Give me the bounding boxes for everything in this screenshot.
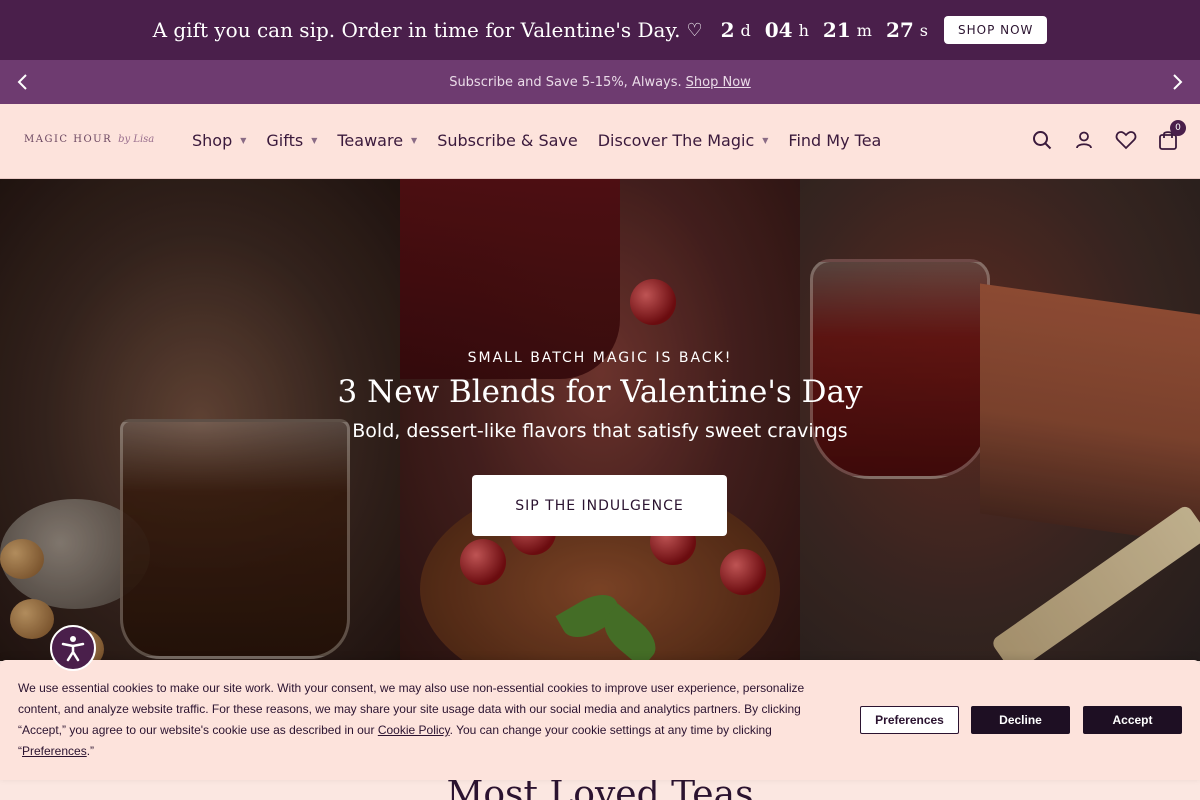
announcement-bar: Subscribe and Save 5-15%, Always. Shop N… [0, 60, 1200, 104]
countdown-days: 2 [720, 18, 735, 42]
announcement-text: Subscribe and Save 5-15%, Always. [449, 74, 682, 90]
logo[interactable]: MAGIC HOUR by Lisa [24, 134, 154, 145]
hero-title: 3 New Blends for Valentine's Day [337, 374, 863, 410]
site-header: MAGIC HOUR by Lisa Shop ▼ Gifts ▼ Teawar… [0, 104, 1200, 179]
header-icons: 0 [1012, 120, 1186, 152]
countdown-hours-unit: h [798, 20, 809, 40]
preferences-button[interactable]: Preferences [860, 706, 959, 734]
wishlist-heart-icon[interactable] [1114, 128, 1138, 152]
main-nav: Shop ▼ Gifts ▼ Teaware ▼ Subscribe & Sav… [192, 128, 901, 152]
countdown-days-unit: d [740, 20, 751, 40]
announcement-link[interactable]: Shop Now [686, 75, 751, 90]
caret-down-icon: ▼ [411, 135, 418, 145]
cookie-policy-link[interactable]: Cookie Policy [378, 723, 450, 737]
nav-label: Gifts [266, 130, 304, 150]
cookie-text-part: .” [86, 744, 95, 758]
nav-item-discover[interactable]: Discover The Magic ▼ [598, 128, 769, 152]
countdown-seconds-unit: s [919, 20, 928, 40]
countdown-hours: 04 [764, 18, 793, 42]
countdown-minutes: 21 [822, 18, 851, 42]
hero-eyebrow: SMALL BATCH MAGIC IS BACK! [467, 350, 733, 366]
accept-button[interactable]: Accept [1083, 706, 1182, 734]
countdown-minutes-unit: m [856, 20, 872, 40]
promo-text: A gift you can sip. Order in time for Va… [152, 18, 681, 42]
nav-item-find-my-tea[interactable]: Find My Tea [788, 128, 881, 152]
decline-button[interactable]: Decline [971, 706, 1070, 734]
cookie-banner: We use essential cookies to make our sit… [0, 660, 1200, 780]
hero-banner: SMALL BATCH MAGIC IS BACK! 3 New Blends … [0, 179, 1200, 661]
sip-the-indulgence-button[interactable]: SIP THE INDULGENCE [472, 475, 727, 536]
nav-label: Discover The Magic [597, 130, 755, 150]
nav-label: Shop [192, 130, 233, 150]
search-icon[interactable] [1030, 128, 1054, 152]
countdown-seconds: 27 [885, 18, 914, 42]
shop-now-button[interactable]: SHOP NOW [944, 16, 1048, 44]
hero-content: SMALL BATCH MAGIC IS BACK! 3 New Blends … [0, 350, 1200, 442]
caret-down-icon: ▼ [311, 135, 318, 145]
hero-subtitle: Bold, dessert-like flavors that satisfy … [352, 420, 848, 442]
preferences-link[interactable]: Preferences [22, 744, 87, 758]
chevron-left-icon[interactable] [10, 70, 34, 94]
logo-signature: by Lisa [118, 134, 155, 145]
caret-down-icon: ▼ [762, 135, 769, 145]
nav-item-subscribe[interactable]: Subscribe & Save [437, 128, 578, 152]
heart-icon: ♡ [686, 19, 703, 41]
nav-label: Teaware [337, 130, 404, 150]
account-icon[interactable] [1072, 128, 1096, 152]
nav-item-gifts[interactable]: Gifts ▼ [266, 128, 317, 152]
nav-item-shop[interactable]: Shop ▼ [192, 128, 246, 152]
accessibility-icon[interactable] [50, 625, 96, 671]
nav-label: Subscribe & Save [437, 130, 578, 150]
chevron-right-icon[interactable] [1166, 70, 1190, 94]
caret-down-icon: ▼ [240, 135, 247, 145]
cart-count-badge: 0 [1170, 120, 1186, 136]
nav-label: Find My Tea [788, 130, 882, 150]
cart-icon[interactable]: 0 [1156, 120, 1186, 152]
logo-text: MAGIC HOUR [24, 134, 113, 145]
promo-bar: A gift you can sip. Order in time for Va… [0, 0, 1200, 60]
nav-item-teaware[interactable]: Teaware ▼ [337, 128, 417, 152]
cookie-text: We use essential cookies to make our sit… [18, 678, 818, 762]
